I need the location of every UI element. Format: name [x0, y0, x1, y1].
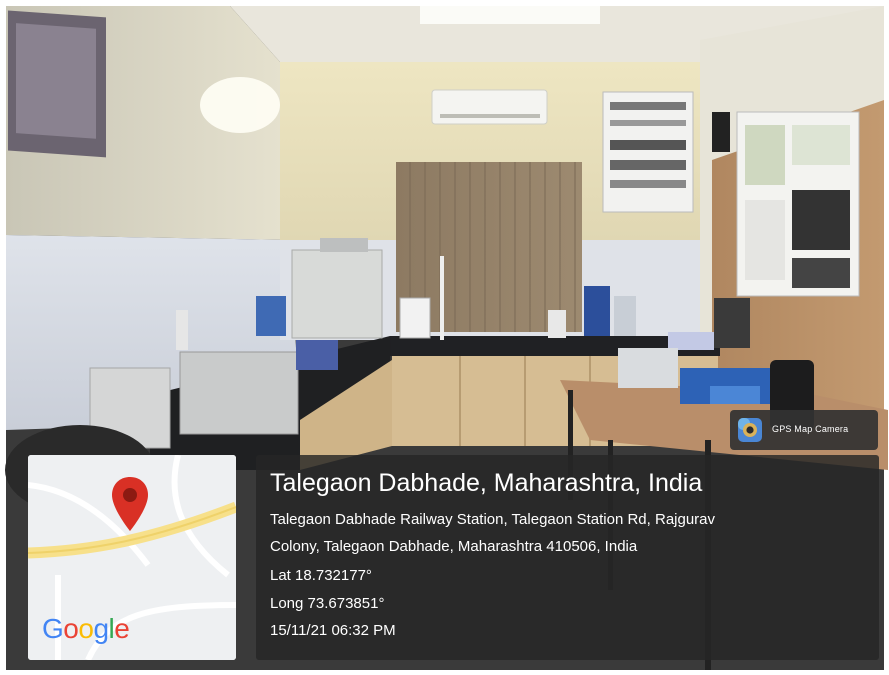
address-line-1: Talegaon Dabhade Railway Station, Talega…: [270, 511, 716, 528]
location-title: Talegaon Dabhade, Maharashtra, India: [270, 469, 703, 497]
map-thumbnail[interactable]: Google: [28, 455, 236, 660]
badge-label: GPS Map Camera: [772, 424, 849, 434]
address-line-2: Colony, Talegaon Dabhade, Maharashtra 41…: [270, 538, 638, 555]
camera-lens-icon: [738, 418, 762, 442]
google-logo: Google: [42, 613, 130, 644]
gps-map-camera-badge: GPS Map Camera: [730, 410, 878, 450]
lab-photo: GPS Map Camera Google Talegaon Dabhade, …: [0, 0, 889, 675]
timestamp-text: 15/11/21 06:32 PM: [270, 622, 396, 639]
location-pin-icon: [112, 477, 148, 531]
location-info-panel: Talegaon Dabhade, Maharashtra, India Tal…: [256, 455, 879, 660]
latitude-text: Lat 18.732177°: [270, 567, 372, 584]
longitude-text: Long 73.673851°: [270, 595, 385, 612]
